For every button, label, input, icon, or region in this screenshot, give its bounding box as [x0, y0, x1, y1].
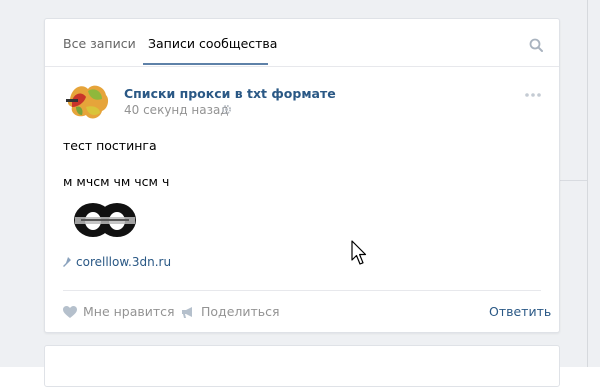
post-card: Все записи Записи сообщества Списки прок… [44, 18, 560, 333]
post-timestamp[interactable]: 40 секунд назад [124, 103, 229, 117]
share-button[interactable]: Поделиться [181, 304, 280, 319]
search-icon[interactable] [529, 38, 543, 52]
heart-icon [63, 306, 77, 318]
actions-divider [63, 290, 541, 291]
post-text-line: тест постинга [63, 138, 157, 153]
mouse-cursor-icon [351, 240, 367, 265]
megaphone-icon [182, 307, 192, 318]
active-tab-underline [143, 63, 268, 65]
next-post-card [44, 345, 560, 387]
more-icon[interactable] [524, 92, 542, 98]
post-text-line: м мчсм чм чсм ч [63, 174, 170, 189]
gear-icon [221, 104, 232, 115]
wall-tabs: Все записи Записи сообщества [45, 19, 559, 67]
attached-link-text[interactable]: corelllow.3dn.ru [76, 255, 171, 269]
reply-button[interactable]: Ответить [489, 304, 551, 319]
link-icon [63, 257, 71, 267]
post-image-logo[interactable] [71, 197, 137, 243]
like-button[interactable]: Мне нравится [63, 304, 175, 319]
attached-link[interactable]: corelllow.3dn.ru [63, 255, 171, 269]
tab-community-posts[interactable]: Записи сообщества [148, 36, 277, 51]
share-label[interactable]: Поделиться [201, 304, 280, 319]
tab-all-posts[interactable]: Все записи [63, 36, 136, 51]
post-author-link[interactable]: Списки прокси в txt формате [124, 86, 336, 101]
like-label[interactable]: Мне нравится [83, 304, 175, 319]
right-divider [560, 180, 587, 181]
window-edge [587, 0, 588, 367]
community-avatar[interactable] [64, 77, 112, 125]
